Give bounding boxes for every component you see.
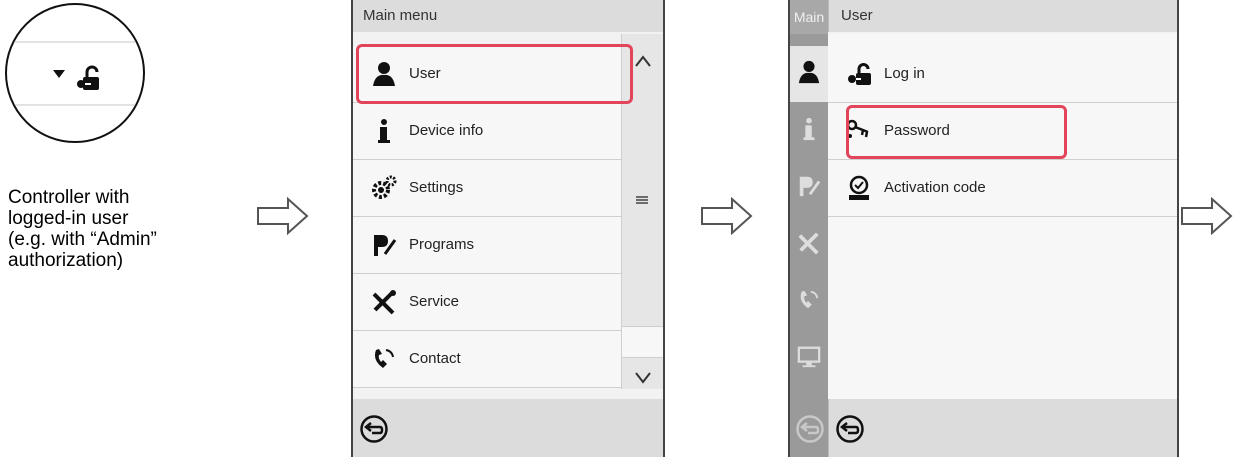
menu-item-label: Service	[409, 293, 460, 310]
menu-item-service[interactable]: Service	[353, 274, 621, 331]
user-menu-screen: Main User Log in Password Activation cod…	[788, 0, 1179, 457]
contact-icon	[374, 349, 394, 368]
side-item-service[interactable]	[790, 217, 828, 273]
main-menu-screen: Main menu User Device info Settings Prog…	[351, 0, 665, 457]
tab-main[interactable]: Main	[790, 0, 828, 34]
page-title: Main menu	[353, 0, 663, 32]
divider	[7, 104, 143, 106]
service-icon	[798, 232, 819, 255]
display-icon	[797, 346, 821, 368]
info-icon	[803, 117, 815, 141]
highlight-frame	[846, 105, 1067, 159]
highlight-frame	[356, 44, 633, 104]
arrow-right-icon	[1181, 196, 1233, 236]
info-icon	[378, 119, 390, 143]
footer-bar	[828, 399, 1177, 457]
menu-item-programs[interactable]: Programs	[353, 217, 621, 274]
dropdown-lock-icon	[53, 65, 99, 90]
caption: Controller with logged-in user (e.g. wit…	[8, 187, 157, 271]
menu-item-label: Activation code	[884, 179, 986, 196]
side-nav: Main	[790, 0, 828, 457]
menu-item-device-info[interactable]: Device info	[353, 103, 621, 160]
side-item-user[interactable]	[790, 46, 828, 102]
programs-icon	[799, 176, 821, 197]
arrow-right-icon	[257, 196, 309, 236]
arrow-right-icon	[701, 196, 753, 236]
programs-icon	[374, 235, 397, 256]
scroll-thumb[interactable]	[622, 326, 663, 358]
scroll-grip-icon[interactable]	[634, 194, 650, 206]
side-item-contact[interactable]	[790, 274, 828, 330]
settings-icon	[372, 175, 397, 199]
login-icon	[848, 63, 871, 85]
service-icon	[372, 290, 396, 315]
divider	[7, 41, 143, 43]
menu-item-label: Log in	[884, 65, 925, 82]
zoom-lens	[5, 3, 145, 143]
user-icon	[798, 60, 820, 84]
contact-icon	[800, 290, 819, 309]
footer-bar	[353, 399, 663, 457]
menu-item-contact[interactable]: Contact	[353, 331, 621, 388]
back-icon[interactable]	[359, 414, 389, 444]
side-item-device-info[interactable]	[790, 103, 828, 159]
menu-item-login[interactable]: Log in	[828, 46, 1177, 103]
side-item-programs[interactable]	[790, 160, 828, 216]
menu-item-label: Programs	[409, 236, 475, 253]
menu-item-settings[interactable]: Settings	[353, 160, 621, 217]
chevron-up-icon[interactable]	[634, 54, 652, 68]
menu-item-label: Settings	[409, 179, 464, 196]
menu-item-label: Contact	[409, 350, 461, 367]
page-title: User	[828, 0, 1177, 32]
activation-icon	[849, 175, 869, 200]
chevron-down-icon[interactable]	[634, 370, 652, 384]
back-icon	[796, 415, 824, 443]
back-icon[interactable]	[835, 414, 865, 444]
side-item-display[interactable]	[790, 331, 828, 387]
menu-item-activation-code[interactable]: Activation code	[828, 160, 1177, 217]
menu-item-label: Device info	[409, 122, 484, 139]
side-back[interactable]	[790, 399, 828, 457]
